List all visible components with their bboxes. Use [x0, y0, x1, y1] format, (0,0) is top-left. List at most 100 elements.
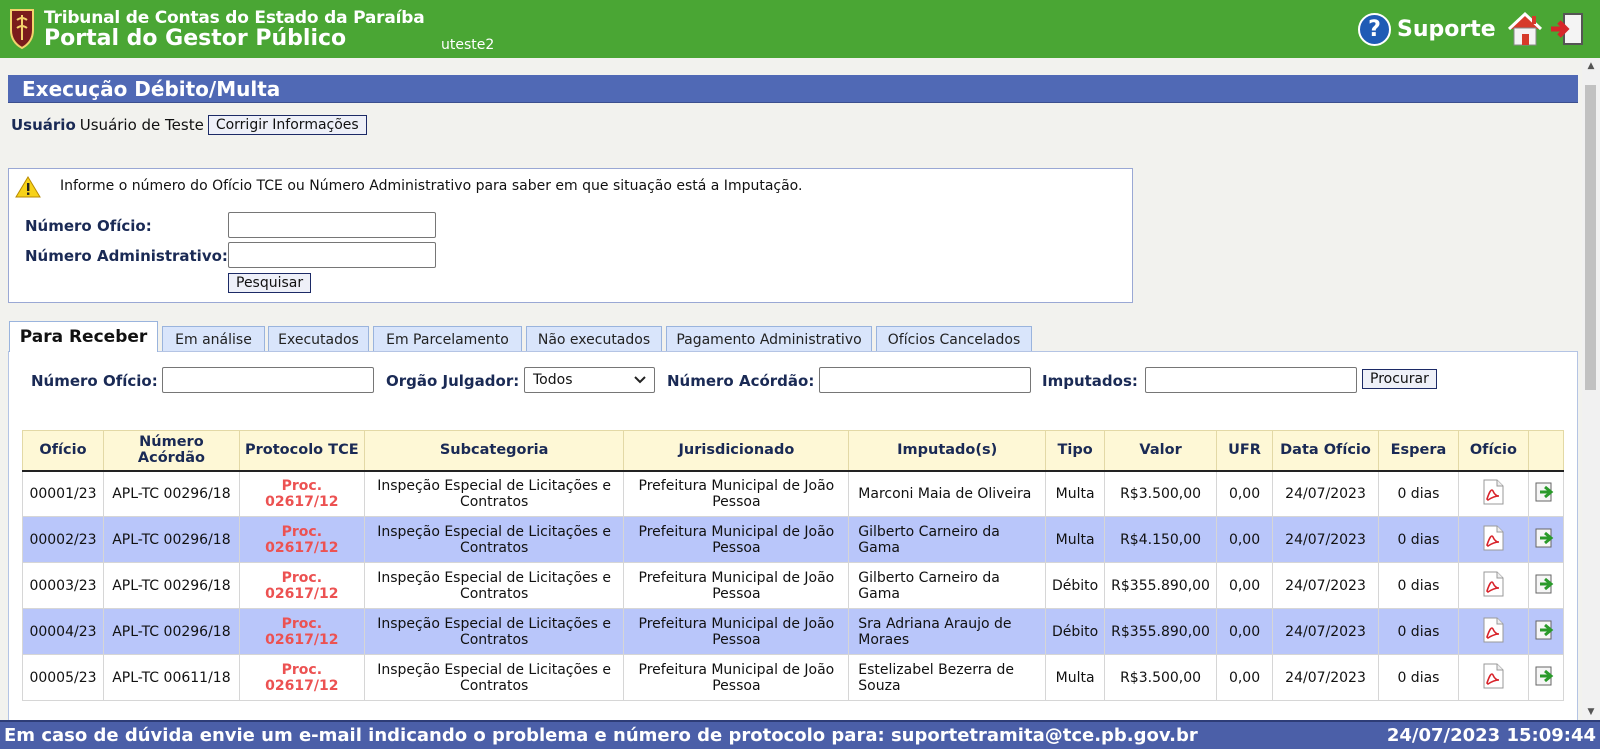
green-arrow-icon[interactable]	[1535, 620, 1557, 644]
home-icon[interactable]	[1506, 10, 1544, 48]
tab-em-analise[interactable]: Em análise	[162, 326, 265, 352]
oficio-cell: 00005/23	[22, 654, 104, 701]
tipo-cell: Multa	[1045, 654, 1106, 701]
tipo-cell: Débito	[1045, 608, 1106, 655]
oficio-cell: 00001/23	[22, 470, 104, 517]
action-cell	[1527, 516, 1565, 563]
oficio-cell: 00004/23	[22, 608, 104, 655]
protocolo-cell[interactable]: Proc. 02617/12	[238, 516, 365, 563]
subcategoria-cell: Inspeção Especial de Licitações e Contra…	[363, 654, 625, 701]
green-arrow-icon[interactable]	[1535, 528, 1557, 552]
admin-number-input[interactable]	[228, 242, 436, 268]
imputado-cell: Marconi Maia de Oliveira	[848, 470, 1047, 517]
protocolo-cell[interactable]: Proc. 02617/12	[238, 654, 365, 701]
scroll-down-arrow-icon[interactable]: ▼	[1582, 704, 1600, 720]
tce-crest-icon	[10, 9, 34, 50]
filter-orgao-label: Orgão Julgador:	[386, 372, 520, 390]
footer-help-message: Em caso de dúvida envie um e-mail indica…	[4, 725, 1198, 746]
tab-oficios-cancelados[interactable]: Ofícios Cancelados	[876, 326, 1032, 352]
scroll-up-arrow-icon[interactable]: ▲	[1582, 58, 1600, 74]
protocolo-cell[interactable]: Proc. 02617/12	[238, 562, 365, 609]
column-header[interactable]: Subcategoria	[363, 430, 625, 472]
tab-executados[interactable]: Executados	[268, 326, 369, 352]
tab-pagamento-administrativo[interactable]: Pagamento Administrativo	[666, 326, 872, 352]
subcategoria-cell: Inspeção Especial de Licitações e Contra…	[363, 516, 625, 563]
pdf-file-icon[interactable]	[1482, 479, 1504, 509]
green-arrow-icon[interactable]	[1535, 574, 1557, 598]
jurisdicionado-cell: Prefeitura Municipal de João Pessoa	[623, 608, 850, 655]
pdf-cell	[1457, 654, 1529, 701]
tab-em-parcelamento[interactable]: Em Parcelamento	[373, 326, 522, 352]
action-cell	[1527, 608, 1565, 655]
espera-cell: 0 dias	[1377, 562, 1459, 609]
support-link[interactable]: ? Suporte	[1358, 12, 1496, 46]
pdf-file-icon[interactable]	[1482, 617, 1504, 647]
table-row: 00002/23 APL-TC 00296/18 Proc. 02617/12 Ins…	[22, 516, 1565, 563]
column-header[interactable]: UFR	[1216, 430, 1274, 472]
valor-cell: R$3.500,00	[1104, 470, 1218, 517]
procurar-button[interactable]: Procurar	[1362, 369, 1437, 389]
protocolo-cell[interactable]: Proc. 02617/12	[238, 608, 365, 655]
ufr-cell: 0,00	[1216, 562, 1274, 609]
filter-acordao-label: Número Acórdão:	[667, 372, 815, 390]
acordao-cell: APL-TC 00296/18	[102, 562, 240, 609]
green-arrow-icon[interactable]	[1535, 482, 1557, 506]
column-header[interactable]: Ofício	[22, 430, 104, 472]
page-title: Execução Débito/Multa	[8, 75, 1578, 103]
column-header[interactable]: Tipo	[1045, 430, 1106, 472]
main-content: Execução Débito/Multa Usuário Usuário de…	[0, 58, 1582, 720]
vertical-scrollbar[interactable]: ▲ ▼	[1582, 58, 1600, 720]
imputado-cell: Estelizabel Bezerra de Souza	[848, 654, 1047, 701]
pdf-file-icon[interactable]	[1482, 663, 1504, 693]
ufr-cell: 0,00	[1216, 470, 1274, 517]
search-button[interactable]: Pesquisar	[228, 273, 312, 293]
data-cell: 24/07/2023	[1272, 470, 1379, 517]
process-search-box: Informe o número do Ofício TCE ou Número…	[8, 168, 1133, 303]
imputado-cell: Gilberto Carneiro da Gama	[848, 562, 1047, 609]
filter-imputados-input[interactable]	[1145, 367, 1357, 393]
oficio-input[interactable]	[228, 212, 436, 238]
espera-cell: 0 dias	[1377, 654, 1459, 701]
column-header[interactable]: Data Ofício	[1272, 430, 1379, 472]
data-cell: 24/07/2023	[1272, 516, 1379, 563]
imputado-cell: Sra Adriana Araujo de Moraes	[848, 608, 1047, 655]
oficio-cell: 00003/23	[22, 562, 104, 609]
search-instructions: Informe o número do Ofício TCE ou Número…	[60, 178, 803, 194]
logged-username: uteste2	[441, 37, 495, 53]
column-header[interactable]: Imputado(s)	[848, 430, 1047, 472]
column-header[interactable]: Valor	[1104, 430, 1218, 472]
green-arrow-icon[interactable]	[1535, 666, 1557, 690]
action-cell	[1527, 654, 1565, 701]
column-header[interactable]: Número Acórdão	[102, 430, 240, 472]
filter-acordao-input[interactable]	[819, 367, 1031, 393]
tab-para-receber[interactable]: Para Receber	[9, 321, 158, 352]
orgao-selected-value: Todos	[533, 372, 573, 388]
acordao-cell: APL-TC 00611/18	[102, 654, 240, 701]
support-label: Suporte	[1397, 16, 1496, 42]
espera-cell: 0 dias	[1377, 608, 1459, 655]
jurisdicionado-cell: Prefeitura Municipal de João Pessoa	[623, 470, 850, 517]
column-header[interactable]: Protocolo TCE	[238, 430, 365, 472]
exit-door-icon[interactable]	[1548, 10, 1586, 48]
org-name: Tribunal de Contas do Estado da Paraíba	[44, 8, 425, 28]
user-name: Usuário de Teste	[79, 116, 204, 134]
column-header[interactable]: Jurisdicionado	[623, 430, 850, 472]
data-cell: 24/07/2023	[1272, 654, 1379, 701]
tipo-cell: Multa	[1045, 470, 1106, 517]
orgao-select[interactable]: Todos	[524, 367, 655, 393]
imputado-cell: Gilberto Carneiro da Gama	[848, 516, 1047, 563]
fix-info-button[interactable]: Corrigir Informações	[207, 115, 367, 135]
protocolo-cell[interactable]: Proc. 02617/12	[238, 470, 365, 517]
tab-nao-executados[interactable]: Não executados	[526, 326, 662, 352]
filter-oficio-input[interactable]	[162, 367, 374, 393]
data-cell: 24/07/2023	[1272, 608, 1379, 655]
valor-cell: R$4.150,00	[1104, 516, 1218, 563]
ufr-cell: 0,00	[1216, 516, 1274, 563]
pdf-file-icon[interactable]	[1482, 571, 1504, 601]
warning-triangle-icon	[15, 176, 41, 198]
scroll-thumb[interactable]	[1585, 85, 1596, 390]
tab-panel: Número Ofício: Orgão Julgador: Todos Núm…	[8, 351, 1578, 720]
pdf-file-icon[interactable]	[1482, 525, 1504, 555]
subcategoria-cell: Inspeção Especial de Licitações e Contra…	[363, 608, 625, 655]
column-header[interactable]: Espera	[1377, 430, 1459, 472]
